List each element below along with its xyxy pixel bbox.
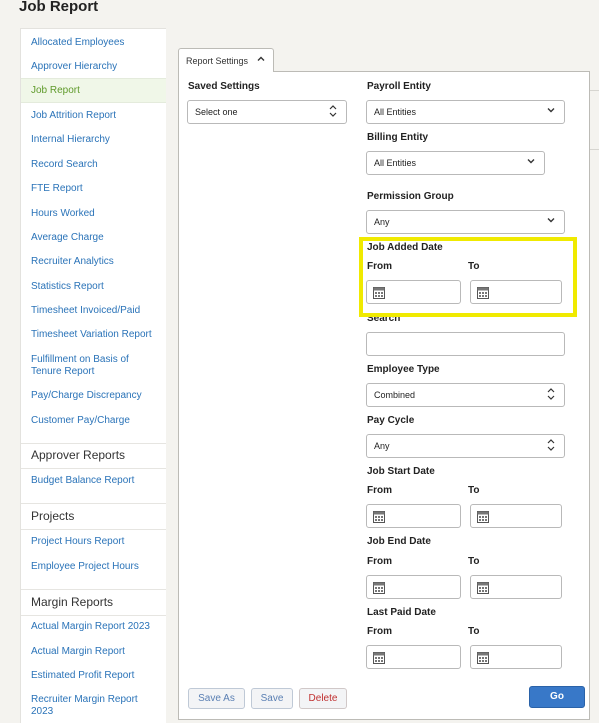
last-paid-date-from-input[interactable] xyxy=(366,645,461,669)
billing-entity-select[interactable]: All Entities xyxy=(366,151,545,175)
chevron-up-icon xyxy=(257,55,265,65)
job-end-date-from-label: From xyxy=(367,556,392,567)
save-as-button[interactable]: Save As xyxy=(188,688,245,709)
job-added-date-from-input[interactable] xyxy=(366,280,461,304)
job-end-date-to-input[interactable] xyxy=(470,575,562,599)
pay-cycle-value: Any xyxy=(374,441,390,451)
sidebar-item-timesheet-variation-report[interactable]: Timesheet Variation Report xyxy=(21,329,166,341)
sidebar-item-fulfillment-tenure-report[interactable]: Fulfillment on Basis of Tenure Report xyxy=(21,354,161,378)
calendar-icon xyxy=(373,286,385,299)
last-paid-date-from-label: From xyxy=(367,626,392,637)
last-paid-date-to-input[interactable] xyxy=(470,645,562,669)
employee-type-label: Employee Type xyxy=(367,364,440,375)
search-label: Search xyxy=(367,313,401,324)
chevron-down-icon xyxy=(547,106,555,117)
sidebar-heading-projects: Projects xyxy=(31,509,75,523)
up-down-arrows-icon xyxy=(329,103,337,121)
last-paid-date-to-label: To xyxy=(468,626,480,637)
sidebar-item-actual-margin-report[interactable]: Actual Margin Report xyxy=(21,646,166,658)
save-button[interactable]: Save xyxy=(251,688,293,709)
job-start-date-to-label: To xyxy=(468,485,480,496)
calendar-icon xyxy=(477,581,489,594)
up-down-arrows-icon xyxy=(547,386,555,404)
sidebar-item-recruiter-analytics[interactable]: Recruiter Analytics xyxy=(21,256,166,268)
sidebar-item-timesheet-invoiced-paid[interactable]: Timesheet Invoiced/Paid xyxy=(21,305,166,317)
job-added-date-from-label: From xyxy=(367,261,392,272)
search-input[interactable] xyxy=(366,332,565,356)
calendar-icon xyxy=(373,510,385,523)
calendar-icon xyxy=(373,651,385,664)
sidebar-item-budget-balance-report[interactable]: Budget Balance Report xyxy=(21,475,166,487)
billing-entity-label: Billing Entity xyxy=(367,132,429,143)
sidebar-item-fte-report[interactable]: FTE Report xyxy=(21,183,166,195)
sidebar-divider xyxy=(21,468,166,469)
last-paid-date-label: Last Paid Date xyxy=(367,607,436,618)
sidebar-divider xyxy=(21,503,166,504)
chevron-down-icon xyxy=(527,157,535,168)
sidebar-item-employee-project-hours[interactable]: Employee Project Hours xyxy=(21,561,166,573)
sidebar-item-job-report[interactable]: Job Report xyxy=(21,78,166,103)
calendar-icon xyxy=(373,581,385,594)
chevron-down-icon xyxy=(547,216,555,227)
saved-settings-value: Select one xyxy=(195,107,238,117)
up-down-arrows-icon xyxy=(547,437,555,455)
job-added-date-to-label: To xyxy=(468,261,480,272)
sidebar-divider xyxy=(21,529,166,530)
pay-cycle-label: Pay Cycle xyxy=(367,415,415,426)
sidebar-item-average-charge[interactable]: Average Charge xyxy=(21,232,166,244)
sidebar-item-actual-margin-report-2023[interactable]: Actual Margin Report 2023 xyxy=(21,621,166,633)
employee-type-value: Combined xyxy=(374,390,416,400)
pay-cycle-select[interactable]: Any xyxy=(366,434,565,458)
sidebar-item-estimated-profit-report[interactable]: Estimated Profit Report xyxy=(21,670,166,682)
go-button[interactable]: Go xyxy=(529,686,585,708)
job-start-date-from-label: From xyxy=(367,485,392,496)
sidebar-item-pay-charge-discrepancy[interactable]: Pay/Charge Discrepancy xyxy=(21,390,166,402)
saved-settings-label: Saved Settings xyxy=(188,81,260,92)
job-end-date-from-input[interactable] xyxy=(366,575,461,599)
payroll-entity-label: Payroll Entity xyxy=(367,81,431,92)
job-added-date-label: Job Added Date xyxy=(367,242,443,253)
sidebar-divider xyxy=(21,443,166,444)
billing-entity-value: All Entities xyxy=(374,158,417,168)
sidebar-item-statistics-report[interactable]: Statistics Report xyxy=(21,281,166,293)
employee-type-select[interactable]: Combined xyxy=(366,383,565,407)
calendar-icon xyxy=(477,286,489,299)
sidebar-item-recruiter-margin-report-2023[interactable]: Recruiter Margin Report 2023 xyxy=(21,694,156,718)
calendar-icon xyxy=(477,510,489,523)
job-start-date-to-input[interactable] xyxy=(470,504,562,528)
payroll-entity-value: All Entities xyxy=(374,107,417,117)
job-start-date-label: Job Start Date xyxy=(367,466,435,477)
tab-report-settings[interactable]: Report Settings xyxy=(178,48,274,72)
sidebar-item-internal-hierarchy[interactable]: Internal Hierarchy xyxy=(21,134,166,146)
sidebar-item-project-hours-report[interactable]: Project Hours Report xyxy=(21,536,166,548)
sidebar-divider xyxy=(21,589,166,590)
sidebar: Allocated Employees Approver Hierarchy J… xyxy=(20,28,166,723)
job-end-date-to-label: To xyxy=(468,556,480,567)
job-added-date-to-input[interactable] xyxy=(470,280,562,304)
permission-group-select[interactable]: Any xyxy=(366,210,565,234)
job-end-date-label: Job End Date xyxy=(367,536,431,547)
sidebar-divider xyxy=(21,615,166,616)
payroll-entity-select[interactable]: All Entities xyxy=(366,100,565,124)
sidebar-heading-margin-reports: Margin Reports xyxy=(31,595,114,609)
permission-group-value: Any xyxy=(374,217,390,227)
sidebar-heading-approver-reports: Approver Reports xyxy=(31,448,126,462)
permission-group-label: Permission Group xyxy=(367,191,454,202)
sidebar-item-hours-worked[interactable]: Hours Worked xyxy=(21,208,166,220)
job-start-date-from-input[interactable] xyxy=(366,504,461,528)
sidebar-item-approver-hierarchy[interactable]: Approver Hierarchy xyxy=(21,61,166,73)
saved-settings-select[interactable]: Select one xyxy=(187,100,347,124)
sidebar-item-allocated-employees[interactable]: Allocated Employees xyxy=(21,37,166,49)
page-title: Job Report xyxy=(19,0,99,15)
sidebar-item-job-attrition-report[interactable]: Job Attrition Report xyxy=(21,110,166,122)
sidebar-item-customer-pay-charge[interactable]: Customer Pay/Charge xyxy=(21,415,166,427)
sidebar-item-record-search[interactable]: Record Search xyxy=(21,159,166,171)
calendar-icon xyxy=(477,651,489,664)
delete-button[interactable]: Delete xyxy=(299,688,347,709)
tab-report-settings-label: Report Settings xyxy=(186,56,249,66)
